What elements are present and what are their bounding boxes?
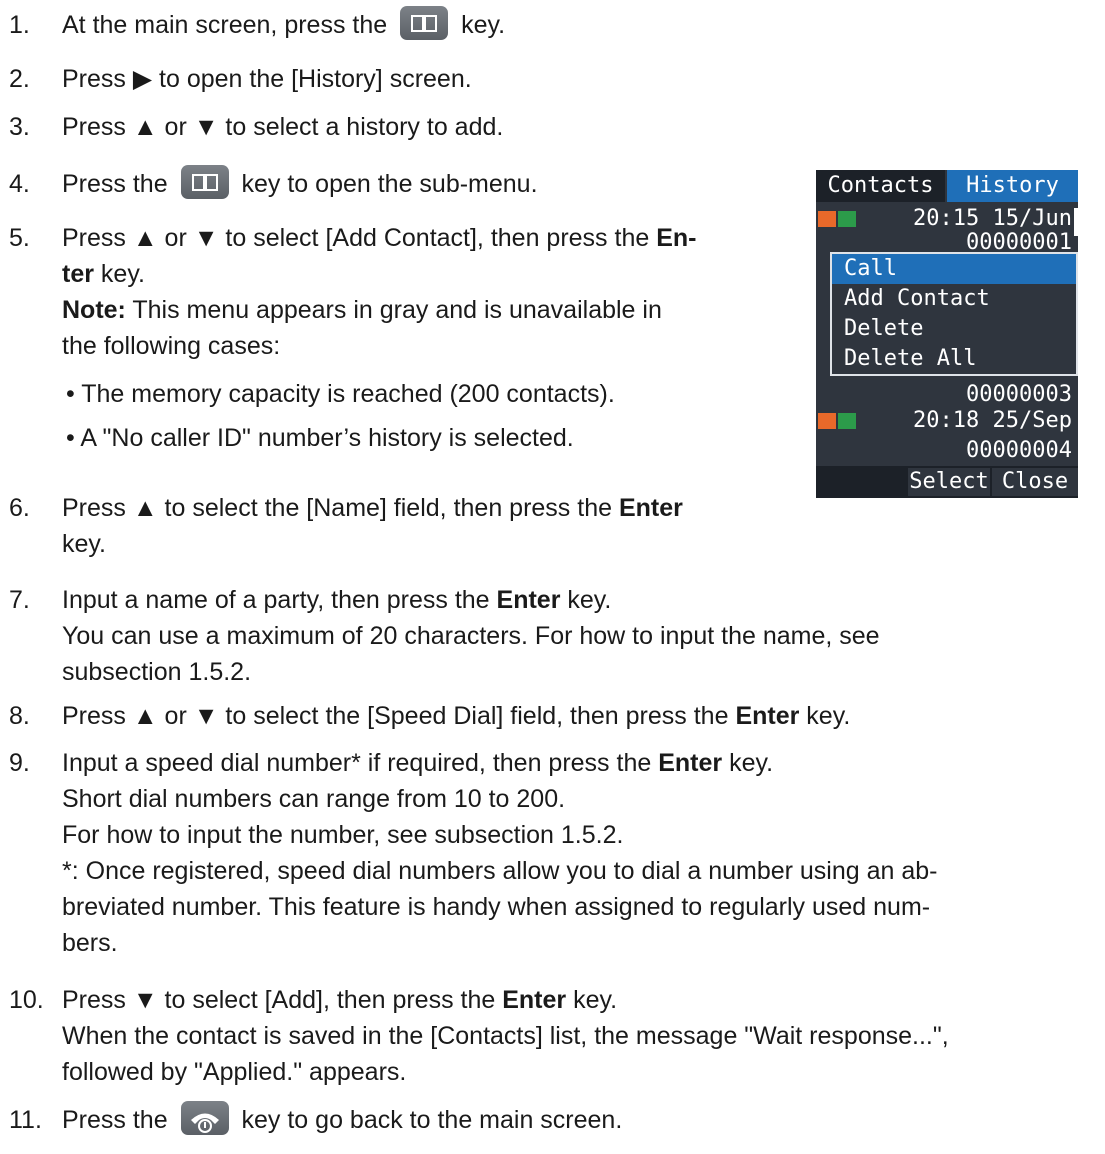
tab-contacts[interactable]: Contacts (816, 170, 945, 202)
bullet-item: • The memory capacity is reached (200 co… (66, 380, 615, 408)
book-icon (400, 6, 449, 41)
step-text: Press the (62, 1106, 168, 1134)
enter-key-label: Enter (658, 749, 723, 777)
menu-item-delete-all[interactable]: Delete All (832, 344, 1076, 374)
step-text: key. (62, 530, 106, 558)
step-text: Input a speed dial number* if required, … (62, 749, 659, 777)
menu-item-add-contact[interactable]: Add Contact (832, 284, 1076, 314)
step-text: You can use a maximum of 20 characters. … (62, 622, 880, 650)
step-number: 2. (9, 65, 30, 93)
step-text: key. (566, 986, 618, 1014)
outgoing-call-icon (818, 413, 858, 429)
enter-key-label: Enter (618, 494, 683, 522)
step-number: 11. (9, 1106, 42, 1134)
step-text: When the contact is saved in the [Contac… (62, 1022, 949, 1050)
handset-icon (838, 413, 856, 429)
step-text-end: key to open the sub-menu. (241, 170, 538, 198)
step-number: 1. (9, 11, 30, 39)
step-text: key. (799, 702, 851, 730)
handset-icon (838, 211, 856, 227)
history-row[interactable]: 20:18 25/Sep (816, 406, 1078, 436)
footnote-text: bers. (62, 929, 118, 957)
step-text: Press ▲ to select the [Name] field, then… (62, 494, 619, 522)
scrollbar[interactable] (1074, 208, 1078, 236)
step-text: key. (560, 586, 612, 614)
step-text: Press ▶ to open the [History] screen. (62, 65, 472, 93)
tab-history[interactable]: History (947, 170, 1078, 202)
step-text: At the main screen, press the (62, 11, 388, 39)
tab-bar: Contacts History (816, 170, 1078, 202)
arrow-icon (818, 413, 836, 429)
history-screen: Contacts History 20:15 15/Jun 00000001 0… (816, 170, 1078, 498)
on-hook-icon (180, 1101, 229, 1136)
step-text: subsection 1.5.2. (62, 658, 252, 686)
history-row[interactable]: 00000004 (816, 436, 1078, 466)
note-label: Note: (62, 296, 126, 324)
step-number: 5. (9, 224, 30, 252)
book-icon (180, 165, 229, 200)
history-number: 00000004 (966, 438, 1072, 463)
step-text: Press ▼ to select [Add], then press the (62, 986, 503, 1014)
bullet-item: • A "No caller ID" number’s history is s… (66, 424, 574, 452)
step-number: 3. (9, 113, 30, 141)
enter-key-label: Enter (502, 986, 567, 1014)
sub-menu: Call Add Contact Delete Delete All (830, 252, 1078, 376)
enter-key-label: Enter (496, 586, 561, 614)
step-number: 9. (9, 749, 30, 777)
step-text: Input a name of a party, then press the (62, 586, 497, 614)
step-number: 7. (9, 586, 30, 614)
step-text: For how to input the number, see subsect… (62, 821, 624, 849)
close-softkey[interactable]: Close (992, 468, 1078, 496)
outgoing-call-icon (818, 211, 858, 227)
step-text: followed by "Applied." appears. (62, 1058, 407, 1086)
step-text-end: key to go back to the main screen. (241, 1106, 623, 1134)
note-text: This menu appears in gray and is unavail… (125, 296, 662, 324)
enter-key-label: Enter (735, 702, 800, 730)
note-text: the following cases: (62, 332, 281, 360)
step-number: 6. (9, 494, 30, 522)
step-text: Press ▲ or ▼ to select the [Speed Dial] … (62, 702, 736, 730)
arrow-icon (818, 211, 836, 227)
step-number: 10. (9, 986, 44, 1014)
softkey-bar: Select Close (816, 466, 1078, 498)
step-text: Short dial numbers can range from 10 to … (62, 785, 566, 813)
footnote-text: breviated number. This feature is handy … (62, 893, 931, 921)
select-softkey[interactable]: Select (908, 468, 990, 496)
enter-key-label: En- (656, 224, 697, 252)
step-text: Press the (62, 170, 168, 198)
step-text-end: key. (461, 11, 506, 39)
step-text: Press ▲ or ▼ to select [Add Contact], th… (62, 224, 657, 252)
step-number: 4. (9, 170, 30, 198)
footnote-text: *: Once registered, speed dial numbers a… (62, 857, 938, 885)
enter-key-label: ter (62, 260, 94, 288)
menu-item-call[interactable]: Call (832, 254, 1076, 284)
step-number: 8. (9, 702, 30, 730)
step-text: Press ▲ or ▼ to select a history to add. (62, 113, 504, 141)
history-time: 20:18 25/Sep (913, 408, 1072, 433)
step-text: key. (722, 749, 774, 777)
menu-item-delete[interactable]: Delete (832, 314, 1076, 344)
step-text: key. (93, 260, 145, 288)
